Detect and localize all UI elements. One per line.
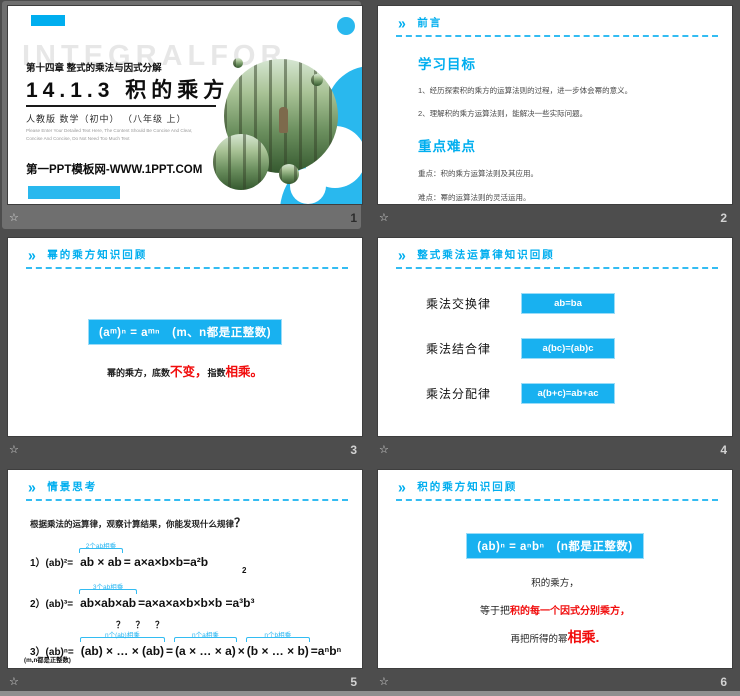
condition-note: (m,n都是正整数) [24, 657, 71, 664]
slide-header: » 情景思考 [8, 470, 362, 497]
slide-thumbnail-6[interactable]: » 积的乘方知识回顾 (ab)ⁿ = aⁿbⁿ (n都是正整数) 积的乘方， 等… [377, 469, 733, 669]
slide-thumbnail-4[interactable]: » 整式乘法运算律知识回顾 乘法交换律 ab=ba 乘法结合律 a(bc)=(a… [377, 237, 733, 437]
filler-text: Please Enter Your Detailed Text Here, Th… [26, 128, 193, 141]
dashed-divider [396, 499, 718, 501]
slide-header: » 积的乘方知识回顾 [378, 470, 732, 497]
slide-thumbnail-3[interactable]: » 幂的乘方知识回顾 (aᵐ)ⁿ = aᵐⁿ (m、n都是正整数) 幂的乘方，底… [7, 237, 363, 437]
chevrons-icon: » [398, 478, 406, 496]
rule-line-3: 再把所得的幂相乘. [510, 629, 600, 645]
animation-star-icon[interactable]: ☆ [379, 212, 389, 224]
title-underline [26, 105, 216, 107]
animation-star-icon[interactable]: ☆ [379, 444, 389, 456]
dashed-divider [396, 267, 718, 269]
slide-sorter-grid: INTEGRALFOR 第十四章 整式的乘法与因式分解 14.1.3 积的乘方 [0, 0, 740, 696]
header-title: 前言 [417, 17, 443, 29]
slide-number: 5 [350, 675, 357, 689]
slide-cell-3: » 幂的乘方知识回顾 (aᵐ)ⁿ = aᵐⁿ (m、n都是正整数) 幂的乘方，底… [0, 232, 370, 464]
animation-star-icon[interactable]: ☆ [9, 212, 19, 224]
dashed-divider [26, 499, 348, 501]
chevrons-icon: » [28, 246, 36, 264]
rule-sentence: 幂的乘方，底数不变，指数相乘。 [106, 365, 264, 379]
slide-cell-5: » 情景思考 根据乘法的运算律，观察计算结果，你能发现什么规律？ 1）(ab)²… [0, 464, 370, 696]
animation-star-icon[interactable]: ☆ [9, 444, 19, 456]
objective-item: 1、经历探索积的乘方的运算法则的过程，进一步体会幂的意义。 [418, 86, 633, 95]
rule-line-2: 等于把积的每一个因式分别乘方， [480, 606, 630, 617]
header-title: 幂的乘方知识回顾 [47, 249, 148, 261]
chevrons-icon: » [398, 246, 406, 264]
section-heading: 重点难点 [418, 139, 476, 154]
kids-photo [213, 134, 269, 190]
question-prompt: 根据乘法的运算律，观察计算结果，你能发现什么规律？ [30, 516, 247, 530]
dashed-divider [26, 267, 348, 269]
law-row: 乘法交换律 ab=ba [426, 293, 732, 314]
chevrons-icon: » [28, 478, 36, 496]
law-formula-box: a(bc)=(ab)c [521, 338, 616, 359]
chevrons-icon: » [398, 14, 406, 32]
law-label: 乘法分配律 [426, 387, 492, 401]
slide-cell-1: INTEGRALFOR 第十四章 整式的乘法与因式分解 14.1.3 积的乘方 [0, 0, 370, 232]
slide-header: » 整式乘法运算律知识回顾 [378, 238, 732, 265]
objective-item: 2、理解积的乘方运算法则，能解决一些实际问题。 [418, 109, 588, 118]
accent-bar-top [31, 15, 65, 26]
slide-thumbnail-2[interactable]: » 前言 学习目标 1、经历探索积的乘方的运算法则的过程，进一步体会幂的意义。 … [377, 5, 733, 205]
law-formula-box: a(b+c)=ab+ac [521, 383, 616, 404]
animation-star-icon[interactable]: ☆ [9, 676, 19, 688]
header-title: 整式乘法运算律知识回顾 [417, 249, 555, 261]
dashed-divider [396, 35, 718, 37]
header-title: 积的乘方知识回顾 [417, 481, 518, 493]
slide-thumbnail-1[interactable]: INTEGRALFOR 第十四章 整式的乘法与因式分解 14.1.3 积的乘方 [7, 5, 363, 205]
slide-header: » 前言 [378, 6, 732, 33]
slide-number: 6 [720, 675, 727, 689]
slide-number: 2 [720, 211, 727, 225]
slide-cell-2: » 前言 学习目标 1、经历探索积的乘方的运算法则的过程，进一步体会幂的意义。 … [370, 0, 740, 232]
wrapped-superscript: 2 [242, 566, 247, 575]
formula-box: (ab)ⁿ = aⁿbⁿ (n都是正整数) [466, 533, 644, 559]
law-row: 乘法结合律 a(bc)=(ab)c [426, 338, 732, 359]
law-label: 乘法交换律 [426, 297, 492, 311]
small-photo-dot [279, 164, 299, 184]
header-title: 情景思考 [47, 481, 98, 493]
law-formula-box: ab=ba [521, 293, 616, 314]
tiny-photo-dot [233, 58, 243, 68]
chapter-label: 第十四章 整式的乘法与因式分解 [26, 63, 162, 74]
keypoint-item: 难点：幂的运算法则的灵活运用。 [418, 193, 531, 202]
slide-number: 3 [350, 443, 357, 457]
slide-cell-6: » 积的乘方知识回顾 (ab)ⁿ = aⁿbⁿ (n都是正整数) 积的乘方， 等… [370, 464, 740, 696]
template-site-label: 第一PPT模板网-WWW.1PPT.COM [26, 164, 203, 176]
law-row: 乘法分配律 a(b+c)=ab+ac [426, 383, 732, 404]
keypoint-item: 重点：积的乘方运算法则及其应用。 [418, 169, 538, 178]
equation-row-1: 1）(ab)²= 2个ab相乘 ab × ab = a×a×b×b=a²b 2 [30, 543, 247, 575]
section-heading: 学习目标 [418, 57, 476, 72]
slide-header: » 幂的乘方知识回顾 [8, 238, 362, 265]
accent-bar-bottom [28, 186, 120, 199]
equation-row-2: 2）(ab)³= 3个ab相乘 ab×ab×ab =a×a×a×b×b×b =a³b³ [30, 584, 255, 610]
accent-dot [337, 17, 355, 35]
law-label: 乘法结合律 [426, 342, 492, 356]
slide-number: 1 [350, 211, 357, 225]
equation-row-3: ？ ？ ？ 3）(ab)ⁿ= (m,n都是正整数) n个(ab)相乘 (ab) × …… [24, 620, 342, 664]
rule-line-1: 积的乘方， [531, 578, 579, 589]
slide-thumbnail-5[interactable]: » 情景思考 根据乘法的运算律，观察计算结果，你能发现什么规律？ 1）(ab)²… [7, 469, 363, 669]
teacher-figure [278, 106, 288, 133]
window-bottom-edge [0, 691, 740, 696]
tiny-photo-dot2 [311, 74, 323, 86]
lesson-title: 14.1.3 积的乘方 [26, 79, 230, 102]
edition-label: 人教版 数学（初中） （八年级 上） [26, 114, 187, 124]
slide-number: 4 [720, 443, 727, 457]
slide-cell-4: » 整式乘法运算律知识回顾 乘法交换律 ab=ba 乘法结合律 a(bc)=(a… [370, 232, 740, 464]
formula-box: (aᵐ)ⁿ = aᵐⁿ (m、n都是正整数) [87, 319, 283, 345]
animation-star-icon[interactable]: ☆ [379, 676, 389, 688]
